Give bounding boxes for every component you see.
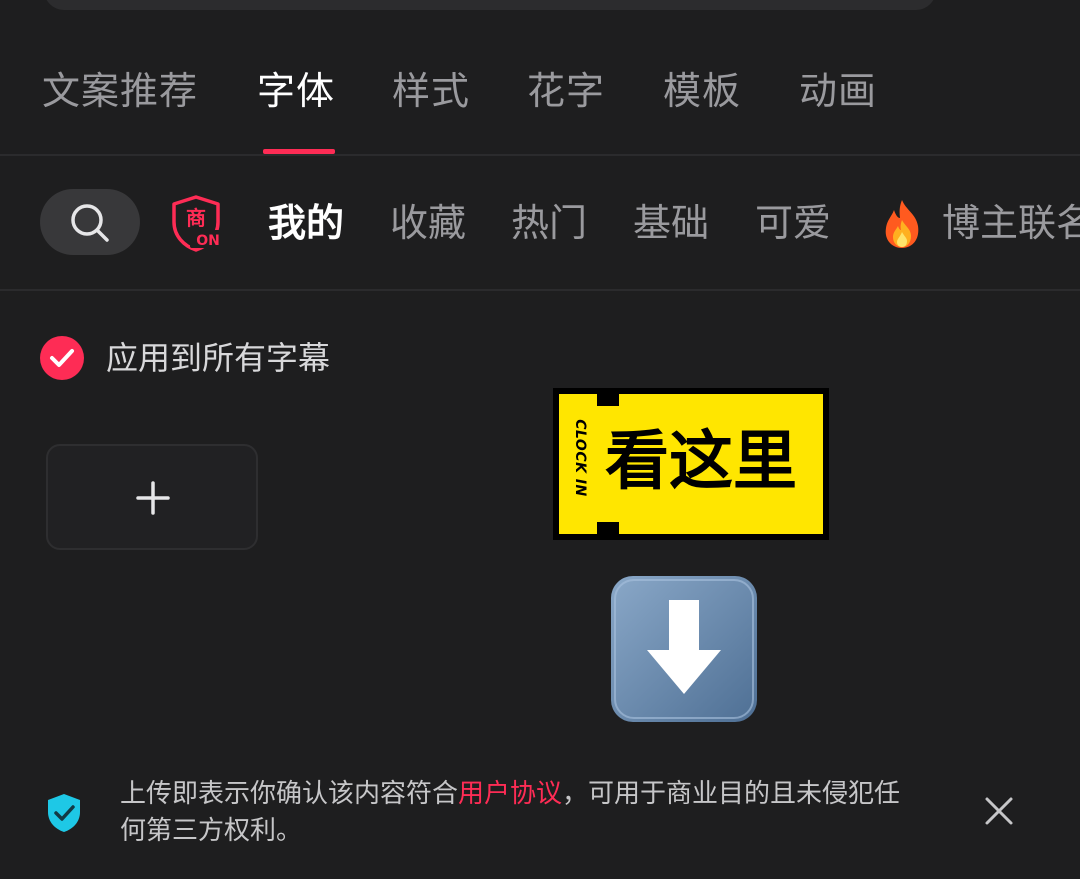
category-basic[interactable]: 基础 (633, 200, 709, 246)
sticker-side-label: CLOCK IN (572, 419, 588, 497)
category-blogger-collab[interactable]: 博主联名 (942, 200, 1080, 246)
look-here-sticker: CLOCK IN 看这里 (553, 388, 829, 540)
category-cute[interactable]: 可爱 (755, 200, 831, 246)
add-font-button[interactable] (46, 444, 258, 550)
category-mine[interactable]: 我的 (268, 200, 344, 246)
apply-all-label: 应用到所有字幕 (106, 339, 331, 377)
sticker-notch (597, 522, 619, 534)
close-icon[interactable] (982, 794, 1016, 828)
user-agreement-link[interactable]: 用户协议 (458, 779, 562, 809)
checkmark-icon (50, 349, 74, 367)
category-favorites[interactable]: 收藏 (390, 200, 466, 246)
shield-check-icon (48, 794, 80, 832)
commercial-use-badge-icon[interactable]: 商 ON (168, 194, 226, 252)
plus-icon (136, 481, 170, 515)
sticker-main-text: 看这里 (605, 425, 797, 499)
tab-font[interactable]: 字体 (257, 68, 335, 114)
apply-all-checkbox[interactable] (40, 336, 84, 380)
svg-text:ON: ON (196, 233, 220, 249)
tab-copywriting[interactable]: 文案推荐 (42, 68, 198, 114)
arrow-down-icon (611, 576, 757, 722)
svg-text:商: 商 (186, 206, 206, 230)
search-button[interactable] (40, 189, 140, 255)
category-popular[interactable]: 热门 (511, 200, 587, 246)
tab-animation[interactable]: 动画 (799, 68, 877, 114)
tab-template[interactable]: 模板 (663, 68, 741, 114)
divider (0, 289, 1080, 291)
fire-icon (885, 200, 919, 248)
notice-text-start: 上传即表示你确认该内容符合 (120, 779, 459, 809)
search-icon (71, 204, 109, 242)
sticker-notch (597, 394, 619, 406)
divider (0, 154, 1080, 156)
upload-agreement-notice: 上传即表示你确认该内容符合用户协议，可用于商业目的且未侵犯任何第三方权利。 (120, 776, 920, 850)
main-tab-bar: 文案推荐 字体 样式 花字 模板 动画 (0, 0, 1080, 156)
tab-style[interactable]: 样式 (392, 68, 470, 114)
tab-fancy-text[interactable]: 花字 (527, 68, 605, 114)
